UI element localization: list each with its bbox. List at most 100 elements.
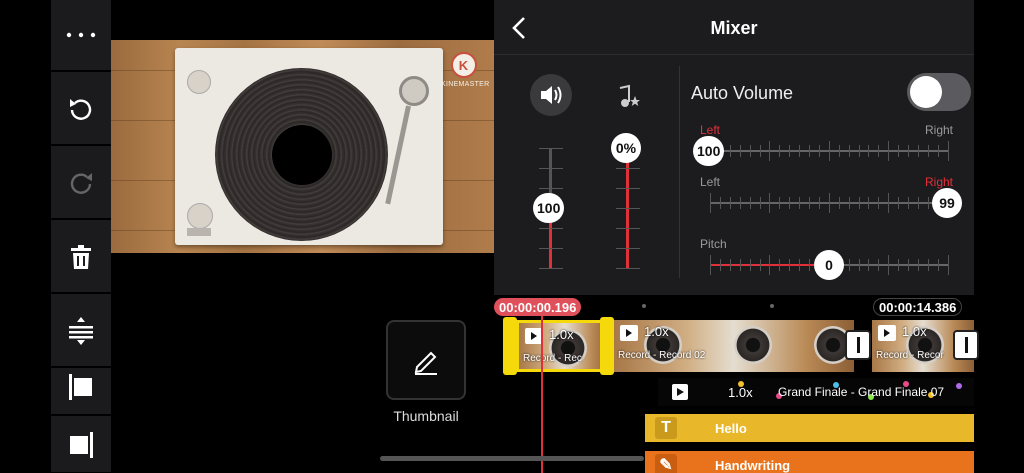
slider-tick	[809, 197, 810, 209]
timeline-scrollbar[interactable]	[380, 456, 644, 461]
total-time: 00:00:14.386	[873, 298, 963, 316]
slider-tick	[799, 259, 801, 271]
slider-tick	[908, 197, 909, 209]
transition-marker[interactable]	[953, 330, 979, 360]
video-clip-1[interactable]: 1.0x Record - Rec	[516, 320, 613, 372]
slider-tick	[947, 255, 949, 275]
slider-tick	[789, 259, 791, 271]
layer-label: Hello	[715, 421, 747, 436]
slider-tick	[937, 259, 939, 271]
turntable-image	[175, 48, 443, 245]
slider-tick	[858, 197, 860, 209]
handwriting-layer[interactable]: ✎ Handwriting	[645, 451, 974, 473]
pan-left-knob[interactable]: 100	[693, 136, 725, 166]
slider-tick	[917, 197, 919, 209]
clip-name: Record - Rec	[523, 353, 582, 364]
slider-tick	[818, 145, 820, 157]
slider-tick	[828, 193, 830, 213]
slider-tick	[888, 141, 890, 161]
slider-tick	[868, 259, 870, 271]
slider-tick	[719, 197, 721, 209]
slider-tick	[729, 145, 731, 157]
text-layer-hello[interactable]: T Hello	[645, 414, 974, 442]
slider-tick	[868, 197, 870, 209]
pan-right-knob[interactable]: 99	[932, 188, 962, 218]
current-time: 00:00:00.196	[494, 298, 582, 316]
slider-tick	[809, 259, 810, 271]
mute-button[interactable]	[530, 74, 572, 116]
slider-tick	[749, 197, 751, 209]
logo-text: KINEMASTER	[441, 81, 490, 88]
playhead[interactable]	[541, 316, 543, 473]
toggle-thumb	[910, 76, 942, 108]
slider-tick	[917, 145, 919, 157]
auto-volume-label: Auto Volume	[691, 83, 794, 103]
kinemaster-logo-icon: K	[450, 52, 477, 78]
thumbnail-button[interactable]	[386, 320, 466, 400]
undo-button[interactable]	[51, 74, 111, 146]
slider-tick	[710, 255, 711, 275]
slider-tick	[739, 259, 741, 271]
text-layer-icon: T	[655, 417, 677, 439]
slider-tick	[799, 145, 801, 157]
transition-marker[interactable]	[845, 330, 871, 360]
clip-speed: 1.0x	[902, 324, 927, 339]
clip-play-icon	[620, 325, 638, 341]
pan1-right-label: Right	[925, 123, 954, 137]
effect-volume-ticks	[616, 148, 640, 269]
slider-tick	[927, 259, 929, 271]
slider-tick	[858, 259, 860, 271]
pan2-left-label: Left	[700, 175, 721, 189]
vinyl-record	[215, 68, 388, 241]
slider-tick	[710, 193, 711, 213]
slider-tick	[868, 145, 870, 157]
pan1-left-label: Left	[700, 123, 721, 137]
video-clip-2[interactable]: 1.0x Record - Record 02	[614, 320, 854, 372]
trim-right-button[interactable]	[51, 418, 111, 473]
clip-volume-knob[interactable]: 100	[533, 193, 565, 223]
slider-tick	[769, 141, 771, 161]
slider-tick	[937, 145, 939, 157]
slider-tick	[848, 259, 850, 271]
slider-tick	[927, 197, 929, 209]
slider-tick	[799, 197, 801, 209]
trim-right-icon	[70, 432, 93, 458]
clip-right-handle[interactable]	[600, 317, 614, 375]
video-preview[interactable]: K KINEMASTER	[111, 40, 494, 253]
slider-tick	[749, 145, 751, 157]
more-options-button[interactable]	[51, 0, 111, 72]
slider-tick	[898, 145, 900, 157]
side-toolbar	[51, 0, 111, 473]
slider-tick	[878, 197, 880, 209]
slider-tick	[898, 197, 900, 209]
music-star-icon[interactable]	[614, 84, 642, 110]
audio-name: Grand Finale - Grand Finale 07	[778, 385, 945, 399]
clip-speed: 1.0x	[644, 324, 669, 339]
slider-tick	[908, 259, 909, 271]
slider-tick	[838, 197, 840, 209]
slider-tick	[719, 259, 721, 271]
redo-icon	[70, 173, 92, 194]
redo-button[interactable]	[51, 148, 111, 220]
confetti-dot	[956, 383, 962, 389]
audio-track[interactable]: 1.0x Grand Finale - Grand Finale 07	[658, 378, 974, 406]
delete-button[interactable]	[51, 222, 111, 294]
turntable-knob	[187, 70, 211, 94]
turntable-knob	[187, 203, 213, 229]
watermark-logo: K KINEMASTER	[441, 52, 490, 88]
slider-tick	[789, 145, 791, 157]
split-button[interactable]	[51, 296, 111, 368]
auto-volume-toggle[interactable]	[907, 73, 971, 111]
mixer-header: Mixer	[494, 0, 974, 55]
slider-tick	[888, 193, 890, 213]
pitch-knob[interactable]: 0	[814, 250, 844, 280]
effect-volume-knob[interactable]: 0%	[611, 133, 641, 163]
mixer-divider	[679, 66, 680, 278]
slider-tick	[838, 145, 840, 157]
undo-icon	[70, 99, 92, 120]
trim-left-button[interactable]	[51, 360, 111, 416]
clip-left-handle[interactable]	[503, 317, 517, 375]
mixer-title: Mixer	[710, 18, 758, 38]
slider-tick	[818, 197, 820, 209]
clip-thumbnail	[734, 326, 772, 364]
